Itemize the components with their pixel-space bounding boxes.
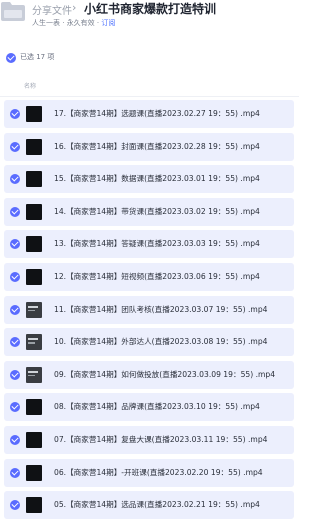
column-name-header[interactable]: 名称 <box>24 81 36 90</box>
video-thumbnail-icon <box>26 399 42 416</box>
file-row[interactable]: 13.【商家营14期】答疑课(直播2023.03.03 19：55) .mp4 <box>4 230 294 259</box>
validity-text: 永久有效 <box>66 19 95 27</box>
file-name[interactable]: 12.【商家营14期】短视频(直播2023.03.06 19：55) .mp4 <box>54 271 292 282</box>
file-row[interactable]: 10.【商家营14期】外部达人(直播2023.03.08 19：55) .mp4 <box>4 328 294 357</box>
file-name[interactable]: 10.【商家营14期】外部达人(直播2023.03.08 19：55) .mp4 <box>54 336 292 347</box>
row-checkbox[interactable] <box>10 174 20 185</box>
file-name[interactable]: 07.【商家营14期】复盘大课(直播2023.03.11 19：55) .mp4 <box>54 434 292 445</box>
file-name[interactable]: 13.【商家营14期】答疑课(直播2023.03.03 19：55) .mp4 <box>54 238 292 249</box>
row-checkbox[interactable] <box>10 239 20 250</box>
file-row[interactable]: 15.【商家营14期】数据课(直播2023.03.01 19：55) .mp4 <box>4 165 294 194</box>
file-name[interactable]: 08.【商家营14期】品牌课(直播2023.03.10 19：55) .mp4 <box>54 401 292 412</box>
share-header: 分享文件 › 小红书商家爆款打造特训 人生一表 · 永久有效 · 订阅 <box>0 0 299 40</box>
file-name[interactable]: 11.【商家营14期】团队考核(直播2023.03.07 19：55) .mp4 <box>54 304 292 315</box>
row-checkbox[interactable] <box>10 369 20 380</box>
video-thumbnail-icon <box>26 236 42 253</box>
video-thumbnail-icon <box>26 464 42 481</box>
file-name[interactable]: 17.【商家营14期】选题课(直播2023.02.27 19：55) .mp4 <box>54 108 292 119</box>
folder-icon <box>1 2 25 21</box>
row-checkbox[interactable] <box>10 337 20 348</box>
video-thumbnail-icon <box>26 301 42 318</box>
row-checkbox[interactable] <box>10 206 20 217</box>
video-thumbnail-icon <box>26 171 42 188</box>
owner-name[interactable]: 人生一表 <box>32 19 60 27</box>
row-checkbox[interactable] <box>10 467 20 478</box>
row-checkbox[interactable] <box>10 109 20 119</box>
file-row[interactable]: 08.【商家营14期】品牌课(直播2023.03.10 19：55) .mp4 <box>4 393 294 422</box>
file-row[interactable]: 17.【商家营14期】选题课(直播2023.02.27 19：55) .mp4 <box>4 100 294 128</box>
page-title: 小红书商家爆款打造特训 <box>84 2 217 16</box>
file-row[interactable]: 11.【商家营14期】团队考核(直播2023.03.07 19：55) .mp4 <box>4 295 294 324</box>
file-row[interactable]: 14.【商家营14期】带货课(直播2023.03.02 19：55) .mp4 <box>4 197 294 226</box>
file-row[interactable]: 16.【商家营14期】封面课(直播2023.02.28 19：55) .mp4 <box>4 132 294 161</box>
table-header: 名称 <box>0 74 299 97</box>
row-checkbox[interactable] <box>10 272 20 282</box>
app-title[interactable]: 分享文件 <box>32 2 72 17</box>
file-name[interactable]: 14.【商家营14期】带货课(直播2023.03.02 19：55) .mp4 <box>54 206 292 217</box>
share-meta: 人生一表 · 永久有效 · 订阅 <box>32 18 115 28</box>
video-thumbnail-icon <box>26 138 42 155</box>
video-thumbnail-icon <box>26 106 42 122</box>
video-thumbnail-icon <box>26 366 42 383</box>
selection-count: 已选 17 项 <box>20 53 55 61</box>
select-all-checkbox[interactable] <box>6 53 16 63</box>
video-thumbnail-icon <box>26 334 42 351</box>
selection-bar: 已选 17 项 <box>0 50 299 68</box>
file-name[interactable]: 16.【商家营14期】封面课(直播2023.02.28 19：55) .mp4 <box>54 141 292 152</box>
meta-separator: · <box>60 19 67 27</box>
file-name[interactable]: 09.【商家营14期】如何做投放(直播2023.03.09 19：55) .mp… <box>54 369 292 380</box>
video-thumbnail-icon <box>26 269 42 285</box>
row-checkbox[interactable] <box>10 304 20 315</box>
file-row[interactable]: 09.【商家营14期】如何做投放(直播2023.03.09 19：55) .mp… <box>4 360 294 389</box>
file-name[interactable]: 15.【商家营14期】数据课(直播2023.03.01 19：55) .mp4 <box>54 173 292 184</box>
row-checkbox[interactable] <box>10 402 20 413</box>
video-thumbnail-icon <box>26 432 42 448</box>
video-thumbnail-icon <box>26 203 42 220</box>
title-separator: › <box>72 1 77 14</box>
file-row[interactable]: 12.【商家营14期】短视频(直播2023.03.06 19：55) .mp4 <box>4 263 294 291</box>
row-checkbox[interactable] <box>10 500 20 511</box>
file-row[interactable]: 06.【商家营14期】-开班课(直播2023.02.20 19：55) .mp4 <box>4 458 294 487</box>
file-row[interactable]: 07.【商家营14期】复盘大课(直播2023.03.11 19：55) .mp4 <box>4 426 294 454</box>
subscribe-link[interactable]: 订阅 <box>101 19 115 27</box>
file-row[interactable]: 05.【商家营14期】选品课(直播2023.02.21 19：55) .mp4 <box>4 491 294 519</box>
file-name[interactable]: 06.【商家营14期】-开班课(直播2023.02.20 19：55) .mp4 <box>54 467 292 478</box>
file-name[interactable]: 05.【商家营14期】选品课(直播2023.02.21 19：55) .mp4 <box>54 499 292 510</box>
row-checkbox[interactable] <box>10 141 20 152</box>
row-checkbox[interactable] <box>10 435 20 445</box>
